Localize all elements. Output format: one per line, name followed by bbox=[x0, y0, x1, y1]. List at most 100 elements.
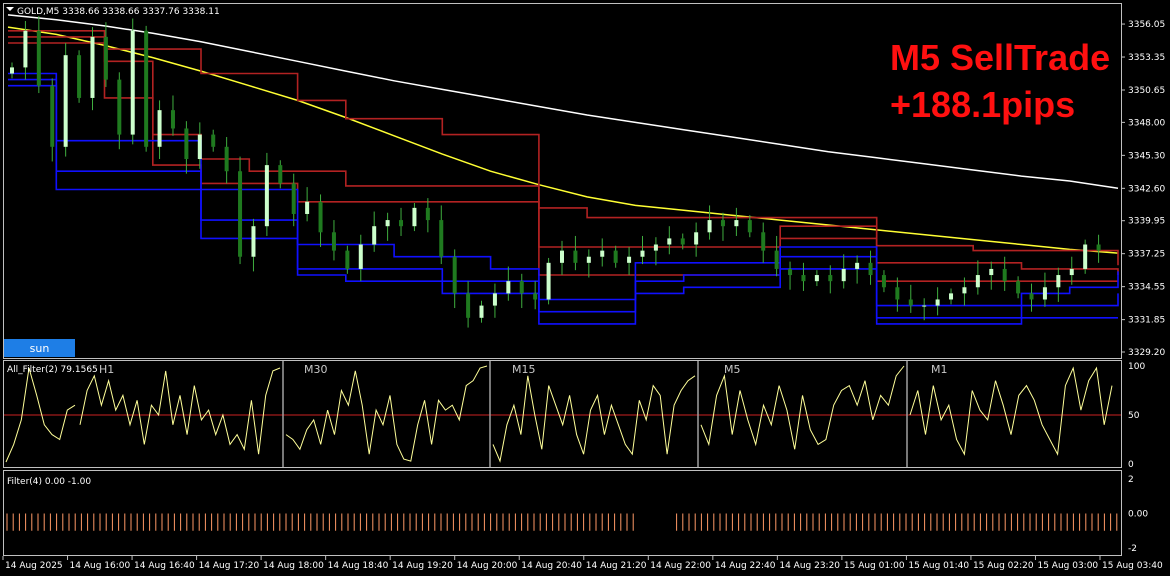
oscillator-line bbox=[700, 365, 905, 450]
panel-label: H1 bbox=[99, 363, 114, 376]
time-tick-label: 15 Aug 03:00 bbox=[1037, 561, 1098, 571]
price-tick-label: 3342.60 bbox=[1128, 184, 1165, 194]
candle-body bbox=[519, 281, 524, 294]
price-tick-label: 3350.65 bbox=[1128, 86, 1165, 96]
osc-tick-label: 100 bbox=[1128, 362, 1145, 372]
candle-body bbox=[734, 220, 739, 227]
time-tick-label: 14 Aug 2025 bbox=[5, 561, 63, 571]
candle-body bbox=[278, 165, 283, 184]
candle-body bbox=[77, 55, 82, 98]
time-tick-label: 14 Aug 22:40 bbox=[715, 561, 776, 571]
candle-body bbox=[1069, 268, 1074, 276]
candle-body bbox=[103, 36, 108, 80]
chart-menu-icon[interactable] bbox=[6, 7, 14, 11]
filter4-panel-frame bbox=[3, 470, 1122, 556]
candle-body bbox=[949, 293, 954, 300]
candle-body bbox=[975, 275, 980, 288]
candle-body bbox=[425, 207, 430, 221]
candle-body bbox=[613, 250, 618, 263]
filter4-panel-title: Filter(4) 0.00 -1.00 bbox=[7, 477, 91, 487]
candle-body bbox=[908, 299, 913, 306]
price-tick-label: 3334.55 bbox=[1128, 283, 1165, 293]
candle-body bbox=[774, 250, 779, 269]
candle-body bbox=[720, 220, 725, 227]
candle-body bbox=[814, 275, 819, 282]
candle-body bbox=[238, 171, 243, 257]
candle-body bbox=[479, 305, 484, 318]
time-tick-label: 14 Aug 21:20 bbox=[586, 561, 647, 571]
time-tick-label: 14 Aug 16:40 bbox=[134, 561, 195, 571]
candle-body bbox=[868, 262, 873, 276]
candle-body bbox=[747, 220, 752, 233]
candle-body bbox=[211, 134, 216, 147]
time-tick-label: 14 Aug 22:00 bbox=[650, 561, 711, 571]
oscillator-panels: H1 M30 M15 M5 M1 100 50 0 bbox=[4, 361, 1145, 470]
time-tick-label: 14 Aug 18:40 bbox=[328, 561, 389, 571]
price-tick-label: 3356.05 bbox=[1128, 20, 1165, 30]
candle-body bbox=[546, 262, 551, 300]
candle-body bbox=[922, 305, 927, 307]
candle-body bbox=[1029, 293, 1034, 300]
oscillator-line bbox=[79, 367, 281, 455]
candle-body bbox=[895, 287, 900, 300]
candle-body bbox=[506, 281, 511, 294]
candle-body bbox=[372, 226, 377, 245]
candle-body bbox=[989, 268, 994, 276]
panel-label: M15 bbox=[512, 363, 536, 376]
sun-button[interactable]: sun bbox=[4, 339, 75, 357]
filter-tick-label: -2 bbox=[1128, 544, 1137, 554]
candle-body bbox=[144, 30, 149, 147]
candle-body bbox=[10, 67, 14, 74]
candle-body bbox=[23, 30, 28, 68]
time-tick-label: 14 Aug 20:00 bbox=[457, 561, 518, 571]
price-tick-label: 3339.95 bbox=[1128, 217, 1165, 227]
price-tick-label: 3329.20 bbox=[1128, 348, 1165, 358]
candle-body bbox=[573, 250, 578, 263]
time-tick-label: 14 Aug 16:00 bbox=[70, 561, 131, 571]
candle-body bbox=[50, 85, 55, 147]
candle-body bbox=[680, 238, 685, 245]
candle-body bbox=[1056, 275, 1061, 288]
time-tick-label: 15 Aug 01:40 bbox=[908, 561, 969, 571]
candle-body bbox=[1042, 287, 1047, 300]
candle-body bbox=[935, 299, 940, 306]
symbol-header: GOLD,M5 3338.66 3338.66 3337.76 3338.11 bbox=[17, 7, 220, 17]
candle-body bbox=[533, 293, 538, 300]
candle-body bbox=[452, 256, 457, 294]
candle-body bbox=[667, 238, 672, 245]
time-tick-label: 14 Aug 20:40 bbox=[521, 561, 582, 571]
candle-body bbox=[291, 183, 296, 214]
candle-body bbox=[170, 110, 175, 129]
time-tick-label: 14 Aug 18:00 bbox=[263, 561, 324, 571]
oscillator-line bbox=[909, 366, 1113, 456]
candle-body bbox=[318, 201, 323, 233]
candle-body bbox=[251, 226, 256, 257]
candle-body bbox=[184, 128, 189, 160]
candle-body bbox=[224, 146, 229, 172]
price-tick-label: 3345.30 bbox=[1128, 151, 1165, 161]
filter-bars: 2 0.00 -2 bbox=[6, 475, 1148, 554]
oscillator-line bbox=[285, 365, 488, 462]
time-tick-label: 14 Aug 23:20 bbox=[779, 561, 840, 571]
candle-body bbox=[90, 36, 95, 98]
trade-line1: M5 SellTrade bbox=[890, 37, 1110, 78]
trade-line2: +188.1pips bbox=[890, 84, 1075, 125]
candle-body bbox=[881, 275, 886, 288]
candle-body bbox=[157, 110, 162, 147]
osc-tick-label: 0 bbox=[1128, 460, 1134, 470]
candle-body bbox=[130, 30, 135, 135]
filter-panel-title: All_Filter(2) 79.1565 bbox=[7, 365, 98, 375]
candle-body bbox=[358, 244, 363, 269]
candle-body bbox=[197, 134, 202, 160]
filter-tick-label: 0.00 bbox=[1128, 510, 1148, 520]
candle-body bbox=[385, 220, 390, 227]
candle-body bbox=[841, 268, 846, 282]
candle-body bbox=[788, 268, 793, 276]
panel-label: M1 bbox=[931, 363, 948, 376]
candle-body bbox=[412, 207, 417, 227]
candle-body bbox=[694, 232, 699, 245]
candle-body bbox=[466, 293, 471, 318]
candle-body bbox=[962, 287, 967, 294]
osc-tick-label: 50 bbox=[1128, 411, 1140, 421]
filter-tick-label: 2 bbox=[1128, 475, 1134, 485]
